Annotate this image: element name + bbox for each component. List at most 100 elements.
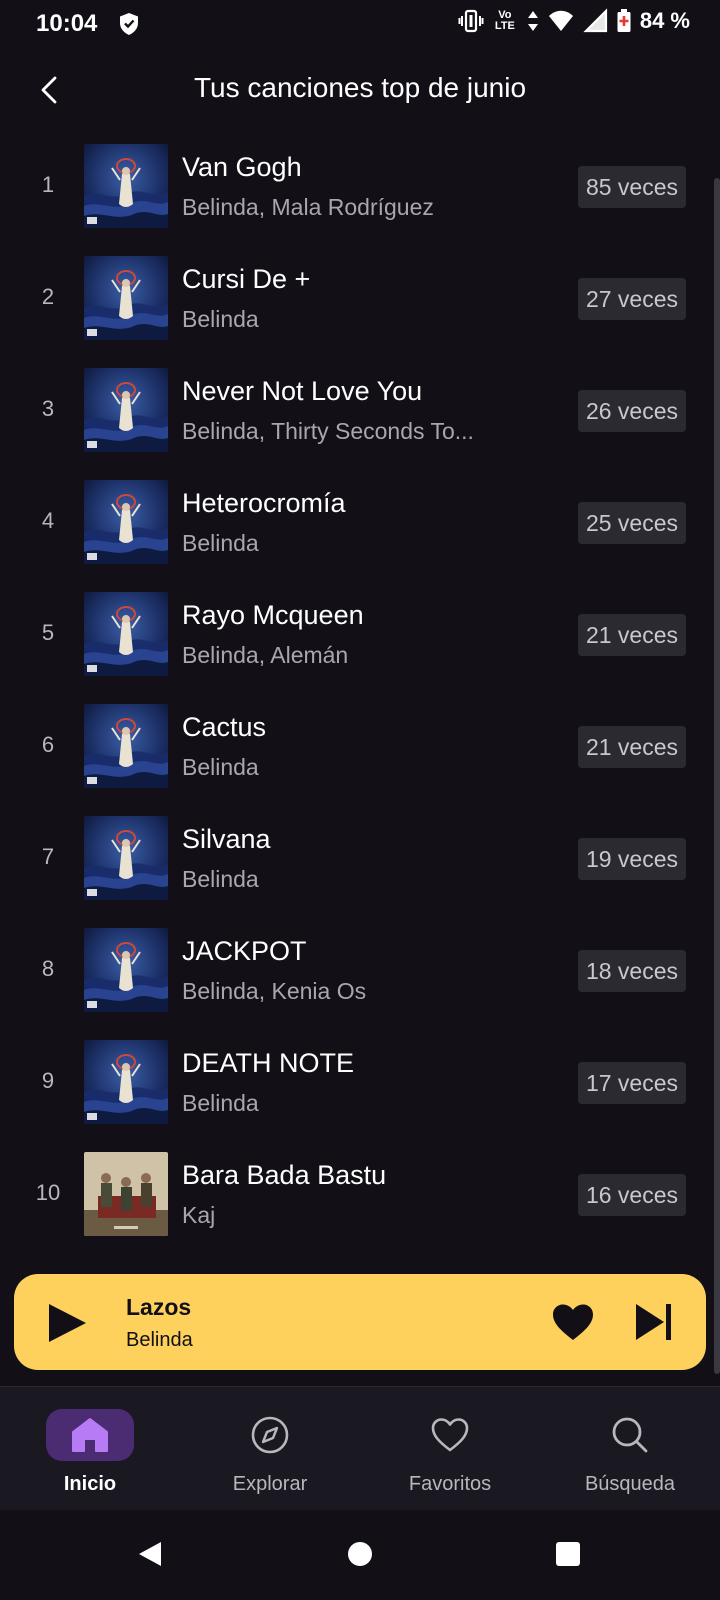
now-playing-artist: Belinda [126,1329,193,1351]
song-rank: 3 [41,396,55,421]
album-cover [84,592,168,676]
data-arrows-icon [527,11,538,31]
heart-outline-icon [431,1418,469,1452]
skip-next-icon[interactable] [630,1298,678,1346]
nav-item-explorar[interactable]: Explorar [180,1387,360,1511]
circle-home-icon [348,1542,372,1566]
song-rank: 10 [35,1180,61,1205]
play-count-badge: 19 veces [577,838,686,880]
nav-label-favoritos: Favoritos [408,1473,492,1495]
signal-icon [583,8,607,33]
nav-label-busqueda: Búsqueda [584,1473,676,1495]
system-home-button[interactable] [338,1532,382,1576]
mini-player[interactable]: Lazos Belinda [14,1274,706,1370]
compass-icon [251,1416,289,1454]
now-playing-title: Lazos [126,1294,192,1320]
song-row[interactable]: 5 Rayo Mcqueen Belinda, Alemán 21 veces [0,580,720,692]
page-title: Tus canciones top de junio [193,72,527,103]
nav-item-busqueda[interactable]: Búsqueda [540,1387,720,1511]
play-count-badge: 26 veces [577,390,686,432]
song-rank: 7 [41,844,55,869]
battery-percent: 84 % [639,8,690,33]
song-row[interactable]: 8 JACKPOT Belinda, Kenia Os 18 veces [0,916,720,1028]
nav-label-explorar: Explorar [232,1473,308,1495]
nav-pill-active [46,1409,134,1461]
song-artist: Belinda [182,754,259,780]
page-header: Tus canciones top de junio [0,60,720,120]
song-rank: 9 [41,1068,55,1093]
song-artist: Kaj [182,1202,216,1228]
song-artist: Belinda, Thirty Seconds To... [182,418,474,444]
battery-icon [617,9,631,32]
album-cover [84,1040,168,1124]
play-count-badge: 25 veces [577,502,686,544]
song-row[interactable]: 10 Bara Bada Bastu Kaj 16 veces [0,1140,720,1252]
song-artist: Belinda, Mala Rodríguez [182,194,434,220]
song-title: Van Gogh [182,152,302,182]
heart-icon[interactable] [550,1300,596,1346]
song-rank: 6 [41,732,55,757]
album-cover [84,368,168,452]
song-title: JACKPOT [182,936,307,966]
song-title: Heterocromía [182,488,346,518]
song-title: Never Not Love You [182,376,423,406]
song-rank: 1 [41,172,55,197]
song-artist: Belinda [182,866,259,892]
nav-item-favoritos[interactable]: Favoritos [360,1387,540,1511]
system-navigation [0,1510,720,1600]
play-icon[interactable] [44,1300,90,1346]
play-count-badge: 16 veces [577,1174,686,1216]
home-icon [72,1418,108,1452]
album-cover [84,144,168,228]
song-rank: 5 [41,620,55,645]
square-recents-icon [556,1542,580,1566]
song-title: Silvana [182,824,271,854]
play-count-badge: 18 veces [577,950,686,992]
nav-item-inicio[interactable]: Inicio [0,1387,180,1511]
song-row[interactable]: 3 Never Not Love You Belinda, Thirty Secon… [0,356,720,468]
status-time: 10:04 [36,10,98,37]
song-title: Rayo Mcqueen [182,600,364,630]
wifi-icon [548,10,573,31]
song-title: DEATH NOTE [182,1048,355,1078]
song-rank: 8 [41,956,55,981]
song-artist: Belinda, Kenia Os [182,978,367,1004]
song-artist: Belinda [182,306,259,332]
album-cover [84,256,168,340]
play-count-badge: 27 veces [577,278,686,320]
play-count-badge: 21 veces [577,614,686,656]
album-cover [84,816,168,900]
status-icons: Vo LTE 84 % [458,8,690,34]
system-back-button[interactable] [128,1532,172,1576]
play-count-badge: 21 veces [577,726,686,768]
song-rank: 2 [41,284,55,309]
play-count-badge: 17 veces [577,1062,686,1104]
song-row[interactable]: 9 DEATH NOTE Belinda 17 veces [0,1028,720,1140]
album-cover [84,480,168,564]
triangle-back-icon [139,1542,161,1566]
volte-icon: Vo LTE [494,9,515,32]
nav-pill [586,1409,674,1461]
status-bar: 10:04 Vo LTE 84 % [0,0,720,48]
album-cover [84,704,168,788]
bottom-navigation: Inicio Explorar Favoritos Búsqueda [0,1386,720,1510]
system-recents-button[interactable] [546,1532,590,1576]
song-rank: 4 [41,508,55,533]
play-count-badge: 85 veces [577,166,686,208]
song-row[interactable]: 2 Cursi De + Belinda 27 veces [0,244,720,356]
album-cover [84,928,168,1012]
nav-pill [406,1409,494,1461]
vibrate-icon [458,9,484,33]
album-cover [84,1152,168,1236]
song-title: Cursi De + [182,264,311,294]
song-row[interactable]: 6 Cactus Belinda 21 veces [0,692,720,804]
song-artist: Belinda [182,530,259,556]
song-artist: Belinda [182,1090,259,1116]
song-row[interactable]: 4 Heterocromía Belinda 25 veces [0,468,720,580]
search-icon [612,1417,648,1453]
nav-label-inicio: Inicio [63,1473,117,1495]
song-title: Bara Bada Bastu [182,1160,387,1190]
song-title: Cactus [182,712,267,742]
song-row[interactable]: 1 Van Gogh Belinda, Mala Rodríguez 85 veces [0,132,720,244]
song-row[interactable]: 7 Silvana Belinda 19 veces [0,804,720,916]
